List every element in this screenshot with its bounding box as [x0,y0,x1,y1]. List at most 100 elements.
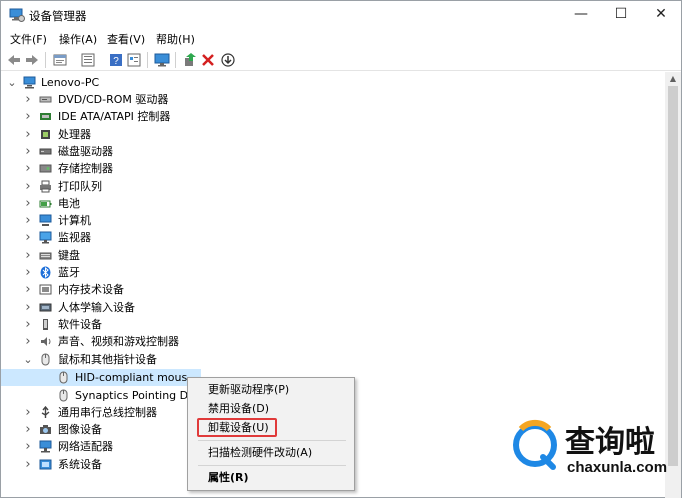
watermark-domain: chaxunla.com [567,459,668,476]
tree-category-label: 声音、视频和游戏控制器 [58,335,179,349]
back-arrow-icon[interactable] [6,52,22,68]
tree-category[interactable]: › 处理器 [1,126,321,143]
chevron-right-icon[interactable]: › [23,281,33,298]
tree-category[interactable]: › 监视器 [1,229,321,246]
tree-device-hid-mouse[interactable]: HID-compliant mous [1,369,201,386]
tree-category[interactable]: › 蓝牙 [1,264,321,281]
mouse-device-icon [59,389,68,402]
uninstall-highlight-box [197,418,277,437]
tree-category[interactable]: › 键盘 [1,247,321,264]
title-bar: 设备管理器 — ☐ ✕ [1,1,681,29]
chevron-right-icon[interactable]: › [23,91,33,108]
tree-device-synaptics[interactable]: Synaptics Pointing D [1,387,201,404]
tree-category-label: 监视器 [58,231,91,245]
chevron-right-icon[interactable]: › [23,404,33,421]
toolbar: ? [1,49,681,71]
chevron-right-icon[interactable]: › [23,456,33,473]
tree-category-label: DVD/CD-ROM 驱动器 [58,93,169,106]
tree-category[interactable]: › 存储控制器 [1,160,321,177]
network-adapter-icon [39,440,52,453]
tree-category-label: 电池 [58,196,80,210]
context-menu-separator [198,440,346,441]
chevron-right-icon[interactable]: › [23,264,33,281]
chevron-right-icon[interactable]: › [23,229,33,246]
chevron-right-icon[interactable]: › [23,143,33,160]
chevron-right-icon[interactable]: › [23,247,33,264]
tree-category[interactable]: › DVD/CD-ROM 驱动器 [1,91,321,108]
tree-category[interactable]: › 软件设备 [1,316,321,333]
tree-category[interactable]: › 声音、视频和游戏控制器 [1,333,321,350]
chevron-right-icon[interactable]: › [23,195,33,212]
window-title: 设备管理器 [29,9,87,23]
chevron-down-icon[interactable]: ⌄ [7,74,17,91]
tree-category[interactable]: › 打印队列 [1,178,321,195]
computer-icon [39,214,52,227]
update-driver-icon[interactable] [182,52,198,68]
uninstall-x-icon[interactable] [200,52,216,68]
show-hide-tree-icon[interactable] [80,52,96,68]
chevron-right-icon[interactable]: › [23,212,33,229]
chevron-down-icon[interactable]: ⌄ [23,351,33,368]
tree-category[interactable]: › 电池 [1,195,321,212]
tree-category[interactable]: › 磁盘驱动器 [1,143,321,160]
system-device-icon [39,459,52,470]
chevron-right-icon[interactable]: › [23,438,33,455]
tree-category[interactable]: › 内存技术设备 [1,281,321,298]
tree-category-label: 打印队列 [58,179,102,193]
tree-category-label: 系统设备 [58,457,102,471]
minimize-button[interactable]: — [561,1,601,29]
chevron-right-icon[interactable]: › [23,108,33,125]
tree-root[interactable]: ⌄ Lenovo-PC [1,74,301,91]
chevron-right-icon[interactable]: › [23,160,33,177]
menu-action[interactable]: 操作(A) [59,31,97,47]
device-label: HID-compliant mous [75,371,188,384]
monitor-scan-icon[interactable] [154,52,170,68]
tree-category-label: 人体学输入设备 [58,300,135,314]
software-device-icon [43,318,48,330]
ctx-scan-hardware[interactable]: 扫描检测硬件改动(A) [208,444,312,462]
enable-device-icon[interactable] [220,52,236,68]
details-view-icon[interactable] [126,52,142,68]
ctx-update-driver[interactable]: 更新驱动程序(P) [208,381,289,399]
ctx-disable-device[interactable]: 禁用设备(D) [208,400,269,418]
close-button[interactable]: ✕ [641,1,681,29]
tree-category-label: 内存技术设备 [58,283,124,297]
device-manager-window: 设备管理器 — ☐ ✕ 文件(F) 操作(A) 查看(V) 帮助(H) ? ⌄ … [0,0,682,498]
tree-category-label: IDE ATA/ATAPI 控制器 [58,110,171,124]
menu-view[interactable]: 查看(V) [107,31,145,47]
tree-category[interactable]: ⌄ 鼠标和其他指针设备 [1,351,321,368]
properties-icon[interactable] [52,52,68,68]
tree-category-label: 计算机 [58,214,91,228]
memory-device-icon [39,284,52,295]
watermark-brand: 查询啦 [565,425,655,460]
usb-icon [41,405,50,418]
tree-category-label: 处理器 [58,127,91,141]
toolbar-separator [147,52,148,68]
printer-icon [40,180,51,192]
menu-help[interactable]: 帮助(H) [156,31,195,47]
chevron-right-icon[interactable]: › [23,316,33,333]
menu-file[interactable]: 文件(F) [10,31,47,47]
tree-category[interactable]: › 计算机 [1,212,321,229]
chevron-right-icon[interactable]: › [23,421,33,438]
forward-arrow-icon[interactable] [24,52,40,68]
chevron-right-icon[interactable]: › [23,299,33,316]
processor-icon [41,129,50,139]
scroll-up-icon[interactable]: ▲ [665,72,681,86]
chevron-right-icon[interactable]: › [23,126,33,143]
device-label: Synaptics Pointing D [75,389,189,402]
chevron-right-icon[interactable]: › [23,333,33,350]
help-icon[interactable]: ? [108,52,124,68]
keyboard-icon [39,252,52,260]
ctx-properties[interactable]: 属性(R) [208,469,249,487]
svg-text:?: ? [113,56,119,67]
tree-category-label: 蓝牙 [58,266,80,279]
sound-icon [41,337,51,347]
dvd-drive-icon [39,96,52,103]
tree-category[interactable]: › 人体学输入设备 [1,299,321,316]
tree-category[interactable]: › IDE ATA/ATAPI 控制器 [1,108,321,125]
maximize-button[interactable]: ☐ [601,1,641,29]
chevron-right-icon[interactable]: › [23,178,33,195]
tree-category-label: 软件设备 [58,317,102,331]
ide-controller-icon [40,113,51,121]
